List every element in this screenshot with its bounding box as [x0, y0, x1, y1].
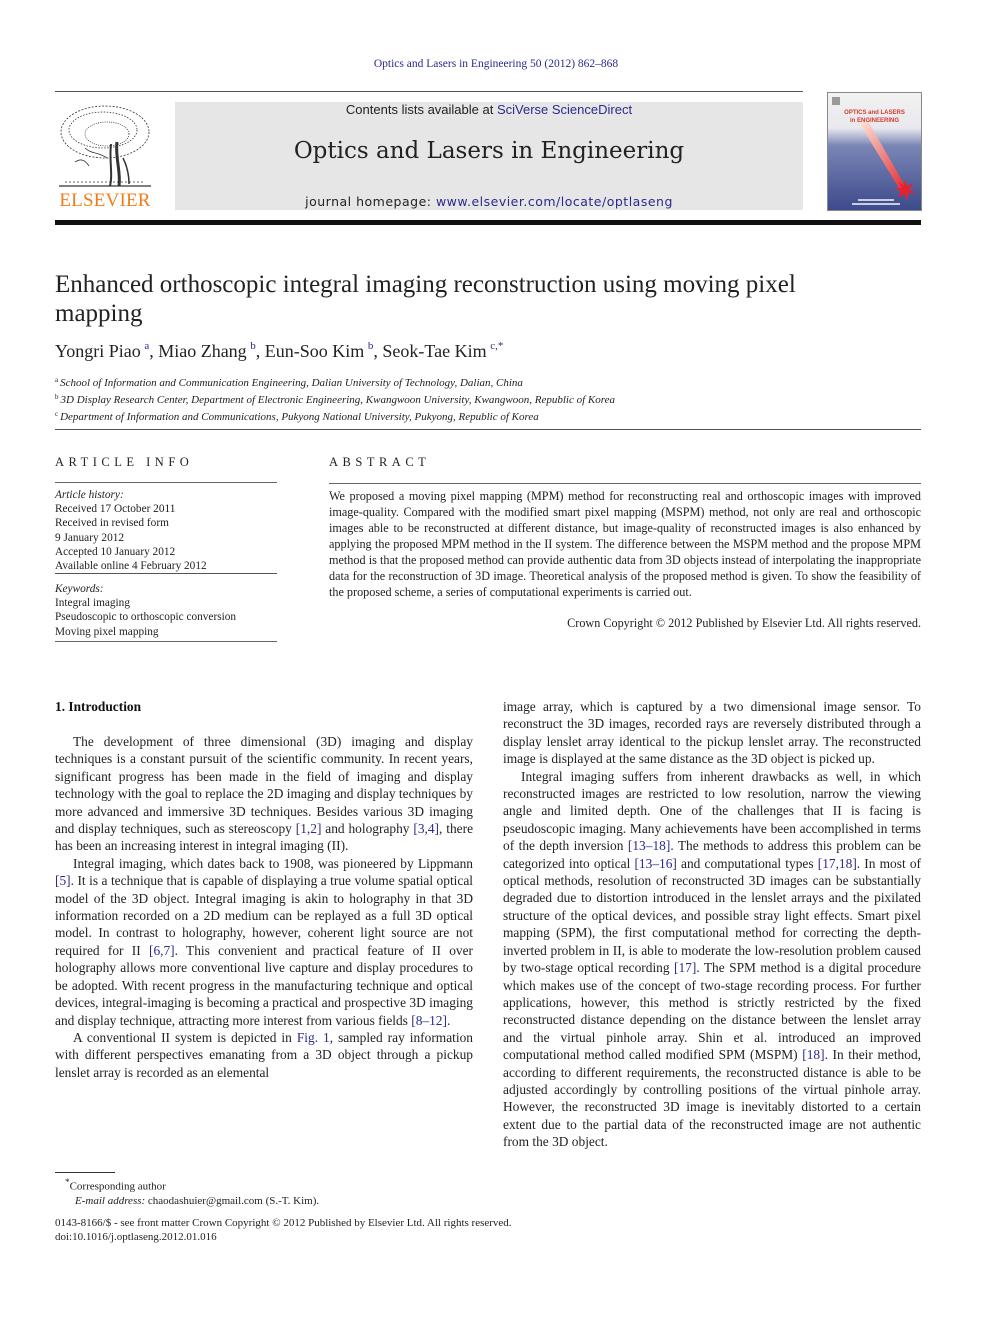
divider	[55, 429, 921, 430]
cover-title-line2: in ENGINEERING	[849, 118, 899, 124]
email-note: E-mail address: chaodashuier@gmail.com (…	[55, 1194, 319, 1208]
article-info-heading: ARTICLE INFO	[55, 455, 194, 469]
keyword: Moving pixel mapping	[55, 625, 159, 638]
affiliation: a School of Information and Communication…	[55, 373, 615, 390]
author-name: Miao Zhang	[158, 341, 247, 361]
author[interactable]: Miao Zhang b,	[158, 340, 265, 361]
citation-link[interactable]: [5]	[55, 873, 71, 888]
paragraph-text: and computational types	[676, 855, 818, 871]
cover-title: OPTICS and LASERS in ENGINEERING	[828, 109, 921, 125]
body-paragraph: A conventional II system is depicted in …	[55, 1029, 473, 1081]
contents-line: Contents lists available at SciVerse Sci…	[175, 102, 803, 117]
elsevier-tree-icon	[59, 105, 151, 187]
body-paragraph: Integral imaging suffers from inherent d…	[503, 768, 921, 1151]
contents-prefix: Contents lists available at	[345, 102, 497, 117]
affiliation-key: a	[55, 376, 59, 384]
homepage-line: journal homepage: www.elsevier.com/locat…	[175, 194, 803, 209]
corresponding-author-label: Corresponding author	[69, 1180, 166, 1193]
keywords-label: Keywords:	[55, 583, 104, 595]
divider	[329, 483, 921, 484]
cover-title-line1: OPTICS and LASERS	[844, 110, 905, 116]
author-affiliation-mark[interactable]: c,*	[490, 340, 503, 352]
journal-masthead-box: Contents lists available at SciVerse Sci…	[175, 102, 803, 210]
citation-link[interactable]: [13–18]	[628, 838, 670, 853]
keyword: Pseudoscopic to orthoscopic conversion	[55, 611, 237, 624]
author[interactable]: Seok-Tae Kim c,*	[382, 340, 503, 361]
section-heading-introduction: 1. Introduction	[55, 699, 142, 714]
footnote: *Corresponding author E-mail address: ch…	[55, 1175, 319, 1208]
author-list: Yongri Piao a, Miao Zhang b, Eun-Soo Kim…	[55, 340, 503, 362]
keyword: Integral imaging	[55, 597, 130, 610]
affiliation-key: c	[55, 410, 59, 418]
author-name: Yongri Piao	[55, 341, 141, 361]
paragraph-text: . In most of optical methods, resolution…	[503, 855, 921, 976]
affiliation: b 3D Display Research Center, Department …	[55, 390, 615, 407]
masthead-thick-rule	[55, 220, 921, 225]
elsevier-logo[interactable]: ELSEVIER	[55, 102, 155, 212]
paragraph-text: A conventional II system is depicted in	[73, 1029, 297, 1045]
history-item: 9 January 2012	[55, 531, 125, 544]
masthead-rule	[55, 91, 803, 92]
paragraph-text: .	[446, 1012, 451, 1028]
body-column-left: The development of three dimensional (3D…	[55, 733, 473, 1081]
body-column-right: image array, which is captured by a two …	[503, 698, 921, 1151]
citation-link[interactable]: [6,7]	[149, 943, 175, 958]
abstract-copyright: Crown Copyright © 2012 Published by Else…	[567, 616, 921, 630]
paragraph-text: image array, which is captured by a two …	[503, 699, 921, 767]
article-title: Enhanced orthoscopic integral imaging re…	[55, 271, 796, 327]
citation-link[interactable]: [1,2]	[296, 821, 322, 836]
citation-link[interactable]: [18]	[802, 1047, 824, 1062]
history-item: Accepted 10 January 2012	[55, 545, 176, 558]
citation-link[interactable]: [17]	[674, 960, 696, 975]
article-history: Article history: Received 17 October 201…	[55, 488, 207, 573]
corresponding-author-note: *Corresponding author	[55, 1175, 319, 1194]
journal-title: Optics and Lasers in Engineering	[293, 138, 685, 164]
paragraph-text: . In their method, according to differen…	[503, 1047, 921, 1150]
article-history-label: Article history:	[55, 489, 124, 501]
author-name: Seok-Tae Kim	[382, 341, 487, 361]
affiliation: c Department of Information and Communica…	[55, 407, 615, 424]
paragraph-text: Integral imaging, which dates back to 19…	[73, 855, 473, 871]
abstract-heading: ABSTRACT	[329, 455, 431, 469]
author-separator: ,	[255, 341, 265, 361]
author-separator: ,	[149, 341, 159, 361]
sciencedirect-link[interactable]: SciVerse ScienceDirect	[497, 102, 632, 117]
footnote-rule	[55, 1172, 115, 1173]
journal-homepage-link[interactable]: www.elsevier.com/locate/optlaseng	[436, 194, 673, 209]
citation-link[interactable]: [8–12]	[411, 1013, 447, 1028]
affiliation-text: Department of Information and Communicat…	[60, 411, 539, 423]
running-header[interactable]: Optics and Lasers in Engineering 50 (201…	[0, 58, 992, 70]
issn-copyright-line: 0143-8166/$ - see front matter Crown Cop…	[55, 1217, 512, 1229]
citation-link[interactable]: [17,18]	[818, 856, 857, 871]
elsevier-wordmark: ELSEVIER	[59, 190, 151, 211]
doi[interactable]: doi:10.1016/j.optlaseng.2012.01.016	[55, 1230, 512, 1244]
history-item: Received in revised form	[55, 517, 169, 530]
history-item: Available online 4 February 2012	[55, 560, 207, 573]
keywords: Keywords: Integral imaging Pseudoscopic …	[55, 582, 236, 639]
author[interactable]: Eun-Soo Kim b,	[264, 340, 383, 361]
affiliations: a School of Information and Communication…	[55, 373, 615, 424]
divider	[55, 482, 277, 483]
email-label: E-mail address:	[75, 1194, 146, 1207]
homepage-prefix: journal homepage:	[305, 194, 436, 209]
body-paragraph: image array, which is captured by a two …	[503, 698, 921, 768]
front-matter: 0143-8166/$ - see front matter Crown Cop…	[55, 1216, 512, 1244]
affiliation-text: 3D Display Research Center, Department o…	[60, 394, 616, 406]
abstract-text: We proposed a moving pixel mapping (MPM)…	[329, 489, 921, 599]
citation-link[interactable]: [3,4]	[413, 821, 439, 836]
author-name: Eun-Soo Kim	[264, 341, 365, 361]
figure-reference-link[interactable]: Fig. 1	[297, 1030, 330, 1045]
body-paragraph: Integral imaging, which dates back to 19…	[55, 855, 473, 1029]
affiliation-text: School of Information and Communication …	[60, 377, 523, 389]
email-address[interactable]: chaodashuier@gmail.com (S.-T. Kim).	[148, 1195, 319, 1207]
journal-cover-image[interactable]: OPTICS and LASERS in ENGINEERING	[827, 92, 922, 211]
affiliation-key: b	[55, 393, 59, 401]
body-paragraph: The development of three dimensional (3D…	[55, 733, 473, 855]
citation-link[interactable]: [13–16]	[634, 856, 676, 871]
divider	[55, 641, 277, 642]
paragraph-text: and holography	[321, 821, 414, 837]
divider	[55, 573, 277, 574]
history-item: Received 17 October 2011	[55, 503, 176, 516]
author[interactable]: Yongri Piao a,	[55, 340, 159, 361]
